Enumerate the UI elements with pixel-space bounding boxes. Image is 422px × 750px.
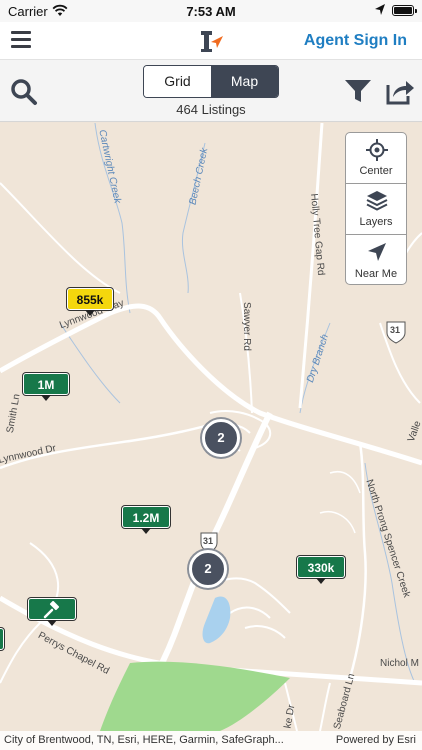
near-me-label: Near Me: [354, 268, 398, 280]
location-services-icon: [375, 4, 385, 15]
battery-icon: [392, 5, 417, 16]
price-marker-edge[interactable]: [0, 628, 4, 650]
price-marker[interactable]: 1.2M: [122, 506, 170, 534]
near-me-button[interactable]: Near Me: [346, 235, 406, 284]
layers-button[interactable]: Layers: [346, 184, 406, 235]
auction-marker[interactable]: [28, 598, 76, 626]
share-icon[interactable]: [384, 76, 416, 106]
map-attribution: City of Brentwood, TN, Esri, HERE, Garmi…: [0, 731, 422, 750]
status-bar: Carrier 7:53 AM: [0, 0, 422, 22]
listing-cluster[interactable]: 2: [202, 419, 240, 457]
highway-shield-label: 31: [203, 536, 214, 546]
price-marker[interactable]: 1M: [23, 373, 69, 401]
price-marker[interactable]: 330k: [297, 556, 345, 584]
center-button[interactable]: Center: [346, 133, 406, 184]
powered-by-esri: Powered by Esri: [335, 734, 416, 746]
tab-map[interactable]: Map: [211, 66, 278, 97]
map-controls: Center Layers Near Me: [345, 132, 407, 285]
road-label: Nichol M: [380, 658, 419, 669]
price-marker[interactable]: 855k: [67, 288, 113, 316]
brand-logo-icon[interactable]: [198, 27, 226, 55]
navigation-arrow-icon: [368, 243, 386, 261]
road-label: Sawyer Rd: [240, 302, 252, 351]
listings-count: 464 Listings: [176, 102, 246, 117]
listing-cluster[interactable]: 2: [189, 550, 227, 588]
clock: 7:53 AM: [186, 4, 236, 19]
layers-label: Layers: [359, 216, 393, 228]
crosshair-icon: [366, 139, 388, 161]
layers-icon: [366, 191, 388, 211]
tab-grid[interactable]: Grid: [144, 66, 211, 97]
view-toolbar: Grid Map 464 Listings: [0, 60, 422, 122]
hamburger-icon[interactable]: [11, 31, 31, 49]
agent-sign-in-link[interactable]: Agent Sign In: [304, 32, 407, 50]
attribution-sources[interactable]: City of Brentwood, TN, Esri, HERE, Garmi…: [4, 734, 284, 746]
highway-shield-label: 31: [390, 325, 401, 335]
gavel-icon: [43, 600, 60, 619]
center-label: Center: [359, 165, 393, 177]
view-toggle: Grid Map: [143, 65, 279, 98]
filter-icon[interactable]: [344, 78, 372, 104]
nav-bar: Agent Sign In: [0, 22, 422, 60]
